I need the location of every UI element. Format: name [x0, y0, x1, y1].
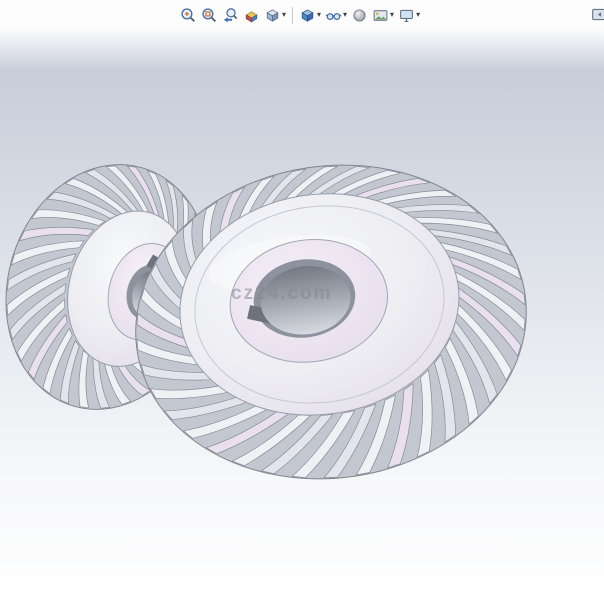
display-style-icon — [299, 7, 316, 24]
apply-scene-icon — [372, 7, 389, 24]
dropdown-caret[interactable]: ▾ — [317, 11, 321, 19]
dropdown-caret[interactable]: ▾ — [390, 11, 394, 19]
hide-show-items-icon — [325, 7, 342, 24]
zoom-to-fit-button[interactable] — [178, 3, 199, 27]
section-view-icon — [243, 7, 260, 24]
hide-show-items-button[interactable]: ▾ — [323, 3, 349, 27]
view-settings-button[interactable]: ▾ — [396, 3, 422, 27]
corner-panel-icon — [591, 6, 604, 24]
edit-appearance-icon — [351, 7, 368, 24]
zoom-to-area-icon — [201, 7, 218, 24]
dropdown-caret[interactable]: ▾ — [282, 11, 286, 19]
edit-appearance-button[interactable] — [349, 3, 370, 27]
zoom-to-area-button[interactable] — [199, 3, 220, 27]
apply-scene-button[interactable]: ▾ — [370, 3, 396, 27]
dropdown-caret[interactable]: ▾ — [416, 11, 420, 19]
toolbar-separator — [292, 7, 293, 24]
section-view-button[interactable] — [241, 3, 262, 27]
view-orientation-button[interactable]: ▾ — [262, 3, 288, 27]
dropdown-caret[interactable]: ▾ — [343, 11, 347, 19]
gear-model[interactable] — [0, 0, 604, 604]
application-window: cz24.com — [0, 0, 604, 604]
zoom-to-fit-icon — [180, 7, 197, 24]
display-style-button[interactable]: ▾ — [297, 3, 323, 27]
view-settings-icon — [398, 7, 415, 24]
heads-up-view-toolbar: ▾ ▾ ▾ — [0, 0, 604, 30]
previous-view-button[interactable] — [220, 3, 241, 27]
corner-panel-button[interactable] — [591, 5, 604, 25]
previous-view-icon — [222, 7, 239, 24]
view-orientation-icon — [264, 7, 281, 24]
